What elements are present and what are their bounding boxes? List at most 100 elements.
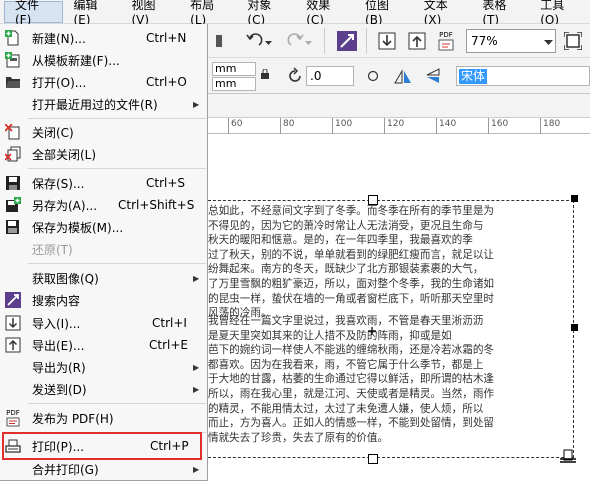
open-folder-icon bbox=[5, 74, 21, 90]
menu-view[interactable]: 视图(V) bbox=[122, 0, 181, 27]
menu-item-revert: 还原(T) bbox=[0, 238, 208, 260]
menu-item-shortcut: Ctrl+I bbox=[152, 316, 187, 330]
new-document-icon bbox=[5, 30, 21, 46]
menu-item-label: 另存为(A)... bbox=[32, 198, 98, 213]
menu-separator bbox=[28, 118, 206, 119]
ruler-label: 60 bbox=[231, 119, 243, 129]
resize-handle-top-right[interactable] bbox=[571, 195, 578, 202]
rotation-center-icon[interactable] bbox=[362, 65, 384, 87]
menu-item-label: 关闭(C) bbox=[32, 125, 74, 140]
resize-handle-right[interactable] bbox=[571, 324, 578, 331]
export-icon bbox=[5, 337, 21, 353]
menu-item-close-all[interactable]: 全部关闭(L) bbox=[0, 143, 208, 165]
text-flow-tab-icon[interactable] bbox=[558, 444, 578, 466]
menu-item-label: 打开(O)... bbox=[32, 75, 87, 90]
undo-dropdown-icon[interactable] bbox=[264, 32, 272, 54]
ruler-label: 180 bbox=[543, 119, 561, 129]
menu-item-label: 发布为 PDF(H) bbox=[32, 411, 114, 426]
chevron-down-icon bbox=[544, 35, 553, 49]
menu-text[interactable]: 文本(X) bbox=[414, 0, 473, 27]
submenu-arrow-icon: ▶ bbox=[193, 99, 200, 109]
paragraph-2: 我曾经在一篇文字里说过，我喜欢雨，不管是春天里淅沥沥 是夏天里突如其来的让人措不… bbox=[208, 314, 568, 445]
menu-item-label: 还原(T) bbox=[32, 242, 73, 257]
redo-icon[interactable] bbox=[284, 30, 306, 52]
submenu-arrow-icon: ▶ bbox=[193, 362, 200, 372]
menu-item-save-as[interactable]: 另存为(A)... Ctrl+Shift+S bbox=[0, 194, 208, 216]
toolbar-cut-icon[interactable] bbox=[212, 30, 234, 52]
object-width-field[interactable]: mm bbox=[212, 62, 256, 76]
text-line: 于大地的甘露，枯萎的生命通过它得以鲜活，即所谓的枯木逢 bbox=[208, 373, 495, 386]
menu-table[interactable]: 表格(T) bbox=[472, 0, 530, 27]
menu-item-new-from-template[interactable]: 从模板新建(F)... bbox=[0, 49, 208, 71]
menu-item-import[interactable]: 导入(I)... Ctrl+I bbox=[0, 312, 208, 334]
close-all-icon bbox=[5, 146, 21, 162]
menu-item-print-merge[interactable]: 合并打印(G) ▶ bbox=[0, 458, 208, 480]
mirror-horizontal-icon[interactable] bbox=[392, 65, 414, 87]
import-icon[interactable] bbox=[376, 30, 398, 52]
document-tab-strip bbox=[208, 94, 590, 118]
menu-item-search-content[interactable]: 搜索内容 bbox=[0, 289, 208, 311]
text-line: 情就失去了珍贵，失去了原有的价值。 bbox=[208, 431, 389, 444]
drawing-canvas[interactable]: 总如此，不经意间文字到了冬季。而冬季在所有的季节里是为 不得见的，因为它的萧冷时… bbox=[208, 134, 590, 481]
font-family-field[interactable]: 宋体 bbox=[456, 66, 590, 86]
font-family-value: 宋体 bbox=[459, 69, 488, 84]
ruler-label: 160 bbox=[491, 119, 509, 129]
menu-item-export-as[interactable]: 导出为(R) ▶ bbox=[0, 356, 208, 378]
text-line: 的昆虫一样，蛰伏在墙的一角或者窗栏底下，听听那天空里时 bbox=[208, 292, 495, 305]
rotation-angle-field[interactable]: .0 bbox=[306, 66, 354, 86]
menu-effects[interactable]: 效果(C) bbox=[296, 0, 355, 27]
menu-item-save[interactable]: 保存(S)... Ctrl+S bbox=[0, 172, 208, 194]
menu-item-open[interactable]: 打开(O)... Ctrl+O bbox=[0, 71, 208, 93]
zoom-level-select[interactable]: 77% bbox=[466, 29, 556, 53]
menu-separator bbox=[28, 403, 206, 404]
ruler-label: 140 bbox=[439, 119, 457, 129]
menu-object[interactable]: 对象(C) bbox=[237, 0, 296, 27]
menu-bitmaps[interactable]: 位图(B) bbox=[355, 0, 414, 27]
export-icon[interactable] bbox=[406, 30, 428, 52]
menu-item-shortcut: Ctrl+N bbox=[146, 31, 187, 45]
import-icon bbox=[5, 315, 21, 331]
menu-item-shortcut: Ctrl+E bbox=[149, 338, 188, 352]
resize-handle-bottom[interactable] bbox=[368, 454, 378, 464]
pdf-icon-label: PDF bbox=[6, 409, 20, 417]
text-line: 了万里雪飘的粗犷豪迈，所以，面对整个冬季，我的生命诸如 bbox=[208, 277, 495, 290]
menu-item-label: 导出(E)... bbox=[32, 338, 85, 353]
menu-item-shortcut: Ctrl+O bbox=[146, 75, 187, 89]
menu-item-label: 获取图像(Q) bbox=[32, 271, 99, 286]
text-line: 纷舞起来。南方的冬天，既缺少了北方那银装素裹的大气， bbox=[208, 263, 484, 276]
mirror-vertical-icon[interactable] bbox=[422, 65, 444, 87]
ruler-label: 80 bbox=[283, 119, 295, 129]
property-bar: mm mm .0 宋体 bbox=[208, 58, 590, 94]
undo-icon[interactable] bbox=[244, 30, 266, 52]
menu-item-label: 保存为模板(M)... bbox=[32, 220, 124, 235]
paragraph-1: 总如此，不经意间文字到了冬季。而冬季在所有的季节里是为 不得见的，因为它的萧冷时… bbox=[208, 204, 568, 321]
menu-item-new[interactable]: 新建(N)... Ctrl+N bbox=[0, 27, 208, 49]
text-line: 过了秋天，别的不说，单单就看到的绿肥红瘦而言，就足以让 bbox=[208, 248, 495, 261]
menu-edit[interactable]: 编辑(E) bbox=[63, 0, 121, 27]
publish-pdf-icon[interactable]: PDF bbox=[434, 29, 458, 53]
search-content-icon[interactable] bbox=[336, 30, 358, 52]
menu-item-acquire-image[interactable]: 获取图像(Q) ▶ bbox=[0, 267, 208, 289]
menu-item-save-as-template[interactable]: 保存为模板(M)... bbox=[0, 216, 208, 238]
redo-dropdown-icon[interactable] bbox=[304, 32, 312, 54]
rotate-icon[interactable] bbox=[284, 65, 306, 87]
menu-tools[interactable]: 工具(O) bbox=[530, 0, 590, 27]
close-document-icon bbox=[5, 124, 21, 140]
lock-ratio-icon[interactable] bbox=[258, 66, 272, 82]
menu-item-close[interactable]: 关闭(C) bbox=[0, 121, 208, 143]
menu-separator bbox=[28, 263, 206, 264]
menu-file[interactable]: 文件(F) bbox=[4, 0, 64, 27]
submenu-arrow-icon: ▶ bbox=[193, 464, 200, 474]
menu-item-export[interactable]: 导出(E)... Ctrl+E bbox=[0, 334, 208, 356]
full-screen-icon[interactable] bbox=[562, 30, 584, 52]
object-height-field[interactable]: mm bbox=[212, 77, 256, 91]
menu-item-publish-pdf[interactable]: PDF 发布为 PDF(H) bbox=[0, 407, 208, 429]
menu-item-print[interactable]: 打印(P)... Ctrl+P bbox=[0, 435, 208, 457]
menu-layout[interactable]: 布局(L) bbox=[180, 0, 237, 27]
menu-item-send-to[interactable]: 发送到(D) ▶ bbox=[0, 378, 208, 400]
save-template-icon bbox=[5, 219, 21, 235]
menu-item-label: 发送到(D) bbox=[32, 382, 87, 397]
menu-item-open-recent[interactable]: 打开最近用过的文件(R) ▶ bbox=[0, 93, 208, 115]
menu-item-shortcut: Ctrl+S bbox=[146, 176, 186, 190]
file-menu-dropdown: 新建(N)... Ctrl+N 从模板新建(F)... 打开(O)... Ctr… bbox=[0, 24, 208, 481]
